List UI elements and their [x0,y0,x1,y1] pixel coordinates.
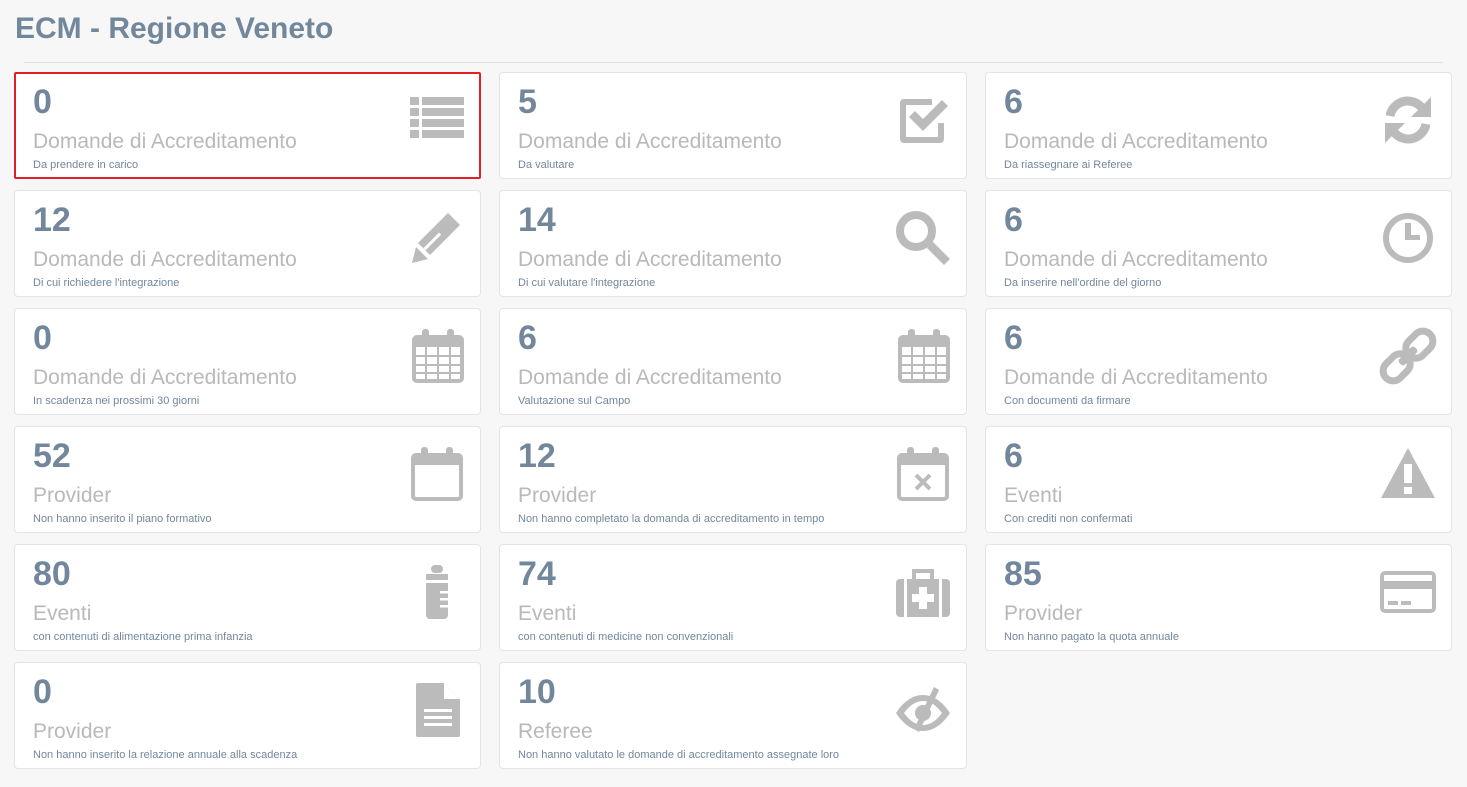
document-icon [408,681,466,739]
tile-label: Domande di Accreditamento [1004,366,1268,389]
tile-subtitle: Non hanno valutato le domande di accredi… [518,749,840,761]
dashboard-tile-13[interactable]: 80 Eventi con contenuti di alimentazione… [14,544,481,651]
dashboard-tiles: 0 Domande di Accreditamento Da prendere … [14,72,1452,769]
dashboard-tile-16[interactable]: 0 Provider Non hanno inserito la relazio… [14,662,481,769]
tile-subtitle: Non hanno inserito il piano formativo [33,513,212,525]
tile-count: 0 [33,673,52,711]
dashboard-tile-11[interactable]: 12 Provider Non hanno completato la doma… [499,426,967,533]
dashboard-tile-7[interactable]: 0 Domande di Accreditamento In scadenza … [14,308,481,415]
tile-count: 12 [518,437,556,475]
tile-label: Domande di Accreditamento [518,248,782,271]
calendar-x-icon [894,445,952,503]
dashboard-tile-15[interactable]: 85 Provider Non hanno pagato la quota an… [985,544,1452,651]
title-divider [24,62,1443,63]
clock-icon [1379,209,1437,267]
tile-count: 5 [518,83,537,121]
dashboard-tile-17[interactable]: 10 Referee Non hanno valutato le domande… [499,662,967,769]
dashboard-tile-3[interactable]: 6 Domande di Accreditamento Da riassegna… [985,72,1452,179]
medkit-icon [894,563,952,621]
tile-count: 85 [1004,555,1042,593]
tile-label: Domande di Accreditamento [518,366,782,389]
dashboard-tile-10[interactable]: 52 Provider Non hanno inserito il piano … [14,426,481,533]
tile-count: 14 [518,201,556,239]
tile-subtitle: Valutazione sul Campo [518,395,631,407]
tile-label: Domande di Accreditamento [33,130,297,153]
tile-subtitle: Non hanno completato la domanda di accre… [518,513,825,525]
dashboard-tile-14[interactable]: 74 Eventi con contenuti di medicine non … [499,544,967,651]
tile-subtitle: Con crediti non confermati [1004,513,1133,525]
eye-slash-icon [894,681,952,739]
tile-count: 6 [1004,201,1023,239]
tile-label: Provider [33,720,112,743]
warning-icon [1379,445,1437,503]
dashboard-tile-8[interactable]: 6 Domande di Accreditamento Valutazione … [499,308,967,415]
tile-count: 12 [33,201,71,239]
dashboard-tile-1[interactable]: 0 Domande di Accreditamento Da prendere … [14,72,481,179]
page-title: ECM - Regione Veneto [15,12,334,45]
dashboard-tile-12[interactable]: 6 Eventi Con crediti non confermati [985,426,1452,533]
tile-label: Provider [33,484,112,507]
tile-label: Domande di Accreditamento [33,366,297,389]
tile-subtitle: Da riassegnare ai Referee [1004,159,1133,171]
tile-count: 74 [518,555,556,593]
tile-count: 6 [1004,83,1023,121]
tile-count: 10 [518,673,556,711]
tile-label: Domande di Accreditamento [1004,130,1268,153]
calendar-blank-icon [408,445,466,503]
tile-subtitle: Non hanno pagato la quota annuale [1004,631,1179,643]
tile-subtitle: In scadenza nei prossimi 30 giorni [33,395,200,407]
tile-count: 80 [33,555,71,593]
dashboard-tile-4[interactable]: 12 Domande di Accreditamento Di cui rich… [14,190,481,297]
tile-label: Provider [518,484,597,507]
search-icon [894,209,952,267]
tile-label: Referee [518,720,593,743]
tile-count: 6 [1004,437,1023,475]
tile-subtitle: Da prendere in carico [33,159,139,171]
tile-label: Domande di Accreditamento [33,248,297,271]
refresh-icon [1379,91,1437,149]
pencil-icon [408,209,466,267]
tile-subtitle: Da valutare [518,159,575,171]
tile-subtitle: con contenuti di medicine non convenzion… [518,631,734,643]
tile-count: 6 [1004,319,1023,357]
dashboard-tile-9[interactable]: 6 Domande di Accreditamento Con document… [985,308,1452,415]
dashboard-tile-2[interactable]: 5 Domande di Accreditamento Da valutare [499,72,967,179]
dashboard-tile-5[interactable]: 14 Domande di Accreditamento Di cui valu… [499,190,967,297]
tile-label: Eventi [518,602,577,625]
tile-subtitle: Di cui valutare l'integrazione [518,277,656,289]
check-square-icon [894,91,952,149]
tile-label: Eventi [1004,484,1063,507]
tile-count: 6 [518,319,537,357]
tile-label: Domande di Accreditamento [518,130,782,153]
tile-label: Eventi [33,602,92,625]
tile-subtitle: Con documenti da firmare [1004,395,1131,407]
tile-subtitle: con contenuti di alimentazione prima inf… [33,631,253,643]
baby-bottle-icon [408,563,466,621]
credit-card-icon [1379,563,1437,621]
tile-count: 0 [33,83,52,121]
chain-icon [1379,327,1437,385]
tile-subtitle: Non hanno inserito la relazione annuale … [33,749,298,761]
tile-count: 52 [33,437,71,475]
tile-subtitle: Di cui richiedere l'integrazione [33,277,180,289]
tile-label: Provider [1004,602,1083,625]
tile-label: Domande di Accreditamento [1004,248,1268,271]
calendar-icon [894,327,952,385]
tile-subtitle: Da inserire nell'ordine del giorno [1004,277,1162,289]
calendar-icon [408,327,466,385]
dashboard-tile-6[interactable]: 6 Domande di Accreditamento Da inserire … [985,190,1452,297]
list-icon [408,91,466,149]
tile-count: 0 [33,319,52,357]
